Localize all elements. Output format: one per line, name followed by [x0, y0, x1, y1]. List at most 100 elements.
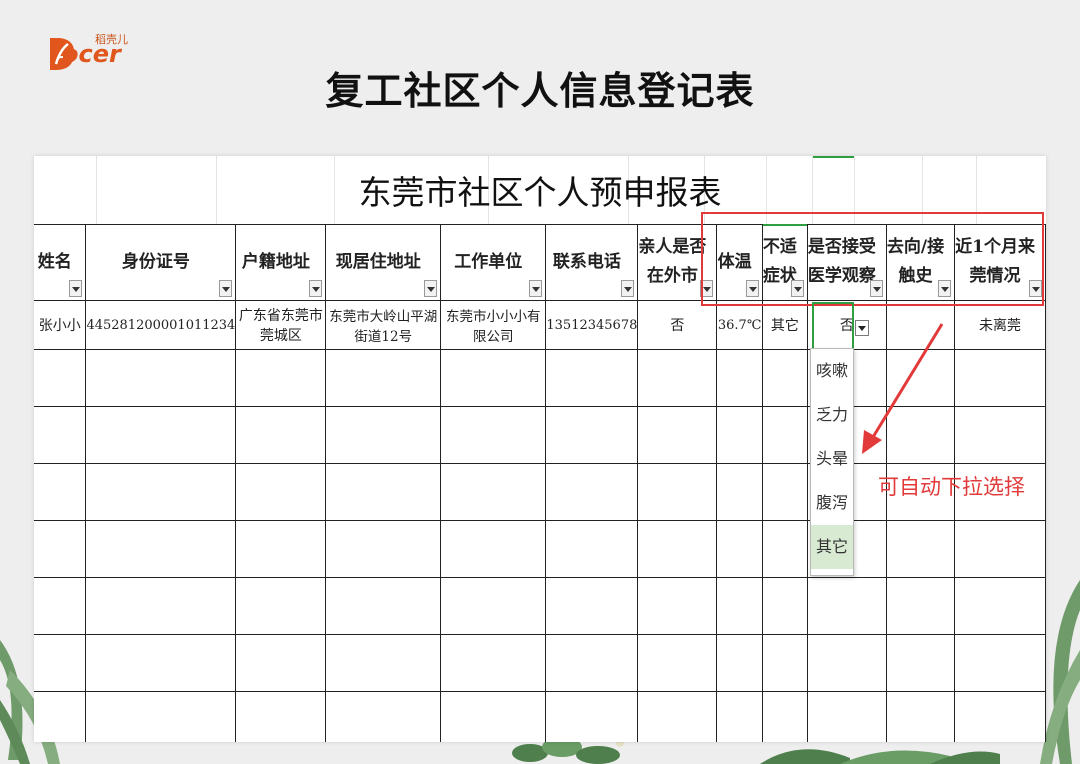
table-cell[interactable] — [807, 577, 887, 635]
table-cell[interactable] — [34, 463, 87, 521]
table-cell[interactable] — [545, 406, 639, 464]
table-cell[interactable] — [807, 691, 887, 742]
table-cell[interactable] — [34, 520, 87, 578]
table-cell[interactable] — [886, 634, 956, 692]
table-cell[interactable] — [85, 520, 237, 578]
table-cell[interactable]: 否 — [637, 300, 718, 350]
table-cell[interactable] — [235, 349, 327, 407]
table-cell[interactable] — [235, 634, 327, 692]
table-cell[interactable]: 张小小 — [34, 300, 87, 350]
table-cell[interactable] — [235, 691, 327, 742]
table-cell[interactable] — [325, 634, 442, 692]
table-cell[interactable] — [545, 634, 639, 692]
table-cell[interactable] — [954, 349, 1046, 407]
table-cell[interactable] — [325, 406, 442, 464]
table-cell[interactable]: 36.7℃ — [716, 300, 763, 350]
table-cell[interactable] — [85, 577, 237, 635]
table-cell[interactable] — [440, 691, 547, 742]
table-cell[interactable] — [716, 520, 763, 578]
table-cell[interactable] — [440, 463, 547, 521]
table-cell[interactable] — [716, 406, 763, 464]
table-cell[interactable] — [325, 691, 442, 742]
filter-dropdown-icon[interactable] — [621, 280, 635, 297]
header-label: 户籍地址 — [241, 251, 310, 272]
dropdown-option[interactable]: 腹泻 — [811, 481, 853, 525]
table-cell[interactable] — [34, 406, 87, 464]
table-cell[interactable] — [716, 577, 763, 635]
table-cell[interactable] — [440, 406, 547, 464]
table-cell[interactable] — [886, 520, 956, 578]
table-cell[interactable] — [325, 463, 442, 521]
dropdown-option[interactable]: 咳嗽 — [811, 349, 853, 393]
filter-dropdown-icon[interactable] — [424, 280, 438, 297]
table-cell[interactable] — [440, 520, 547, 578]
table-cell[interactable] — [762, 463, 808, 521]
filter-dropdown-icon[interactable] — [219, 280, 233, 297]
table-cell[interactable] — [637, 349, 718, 407]
table-cell[interactable] — [637, 406, 718, 464]
table-cell[interactable] — [762, 406, 808, 464]
table-cell[interactable] — [762, 691, 808, 742]
table-cell[interactable] — [762, 520, 808, 578]
table-cell[interactable]: 未离莞 — [954, 300, 1046, 350]
table-cell[interactable] — [34, 691, 87, 742]
table-cell[interactable] — [637, 577, 718, 635]
dropdown-option-selected[interactable]: 其它 — [811, 525, 853, 569]
table-cell[interactable] — [807, 634, 887, 692]
table-cell[interactable] — [637, 520, 718, 578]
table-cell[interactable] — [954, 691, 1046, 742]
table-cell[interactable] — [85, 691, 237, 742]
table-cell[interactable]: 广东省东莞市莞城区 — [235, 300, 327, 350]
table-cell[interactable] — [545, 577, 639, 635]
table-cell[interactable] — [34, 349, 87, 407]
table-cell[interactable] — [716, 349, 763, 407]
table-cell[interactable] — [545, 520, 639, 578]
table-cell[interactable] — [85, 463, 237, 521]
table-cell[interactable]: 13512345678 — [545, 300, 639, 350]
table-cell[interactable] — [954, 634, 1046, 692]
table-cell[interactable] — [637, 463, 718, 521]
table-cell[interactable] — [762, 634, 808, 692]
table-cell[interactable] — [325, 520, 442, 578]
table-cell[interactable] — [716, 691, 763, 742]
table-cell[interactable] — [637, 691, 718, 742]
dropdown-option[interactable]: 头晕 — [811, 437, 853, 481]
table-cell[interactable] — [440, 577, 547, 635]
table-cell[interactable] — [954, 520, 1046, 578]
table-cell[interactable]: 东莞市大岭山平湖街道12号 — [325, 300, 442, 350]
table-cell[interactable] — [34, 634, 87, 692]
table-cell[interactable] — [85, 406, 237, 464]
table-cell[interactable] — [325, 577, 442, 635]
filter-dropdown-icon[interactable] — [69, 280, 83, 297]
table-cell[interactable] — [235, 520, 327, 578]
table-cell[interactable] — [235, 577, 327, 635]
dropdown-option[interactable]: 乏力 — [811, 393, 853, 437]
table-cell[interactable] — [886, 691, 956, 742]
table-cell[interactable] — [762, 577, 808, 635]
table-cell[interactable] — [954, 577, 1046, 635]
table-cell[interactable]: 东莞市小小小有限公司 — [440, 300, 547, 350]
table-cell[interactable] — [440, 349, 547, 407]
filter-dropdown-icon[interactable] — [529, 280, 543, 297]
table-cell[interactable] — [762, 349, 808, 407]
table-cell[interactable] — [545, 349, 639, 407]
symptom-cell[interactable]: 其它 — [762, 300, 808, 350]
table-cell[interactable] — [716, 463, 763, 521]
table-cell[interactable] — [716, 634, 763, 692]
table-cell[interactable] — [545, 691, 639, 742]
table-cell[interactable] — [85, 349, 237, 407]
table-cell[interactable] — [637, 634, 718, 692]
table-cell[interactable] — [545, 463, 639, 521]
table-cell[interactable] — [85, 634, 237, 692]
table-cell[interactable] — [34, 577, 87, 635]
table-cell[interactable]: 445281200001011234 — [85, 300, 237, 350]
selected-cell-outline — [812, 302, 854, 350]
table-cell[interactable] — [886, 577, 956, 635]
table-cell[interactable] — [954, 406, 1046, 464]
symptom-dropdown-list: 咳嗽 乏力 头晕 腹泻 其它 — [810, 348, 854, 576]
table-cell[interactable] — [325, 349, 442, 407]
table-cell[interactable] — [235, 463, 327, 521]
table-cell[interactable] — [235, 406, 327, 464]
table-cell[interactable] — [440, 634, 547, 692]
filter-dropdown-icon[interactable] — [309, 280, 323, 297]
